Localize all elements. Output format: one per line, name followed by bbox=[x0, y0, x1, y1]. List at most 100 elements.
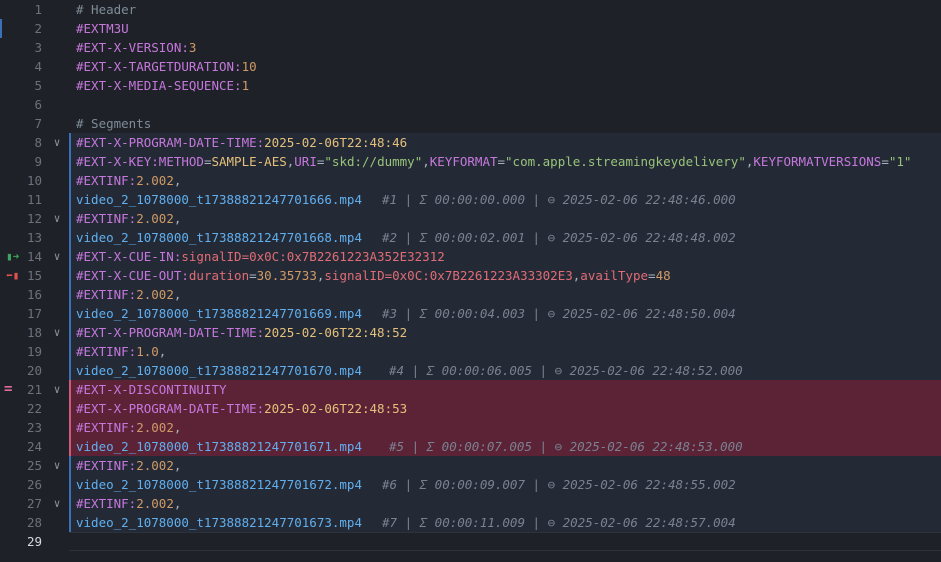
code-token: 2.002 bbox=[136, 287, 174, 302]
code-text: #EXTINF:2.002, bbox=[76, 209, 181, 228]
line-number: 23 bbox=[26, 420, 42, 435]
line-number: 12 bbox=[26, 211, 42, 226]
code-line[interactable]: 20 video_2_1078000_t17388821247701670.mp4… bbox=[0, 361, 941, 380]
code-token: METHOD bbox=[158, 154, 204, 169]
code-line[interactable]: ▮➜ 14 ∨ #EXT-X-CUE-IN:signalID=0x0C:0x7B226… bbox=[0, 247, 941, 266]
code-token: #EXT-X-PROGRAM-DATE-TIME: bbox=[76, 325, 265, 340]
line-number: 27 bbox=[26, 496, 42, 511]
code-text: #EXT-X-DISCONTINUITY bbox=[76, 380, 227, 399]
code-text: #EXTINF:2.002, bbox=[76, 456, 181, 475]
line-number: 8 bbox=[34, 135, 42, 150]
code-line[interactable]: 19 #EXTINF:1.0, bbox=[0, 342, 941, 361]
code-line[interactable]: 6 bbox=[0, 95, 941, 114]
fold-chevron-icon[interactable]: ∨ bbox=[50, 247, 64, 266]
code-token: availType bbox=[580, 268, 649, 283]
code-line[interactable]: 28 video_2_1078000_t17388821247701673.mp4… bbox=[0, 513, 941, 532]
current-line-highlight bbox=[69, 532, 941, 551]
fold-chevron-icon[interactable]: ∨ bbox=[50, 494, 64, 513]
code-line[interactable]: 3 #EXT-X-VERSION:3 bbox=[0, 38, 941, 57]
line-number: 16 bbox=[26, 287, 42, 302]
code-line[interactable]: 17 video_2_1078000_t17388821247701669.mp4… bbox=[0, 304, 941, 323]
fold-chevron-icon[interactable]: ∨ bbox=[50, 456, 64, 475]
code-line[interactable]: 2 #EXTM3U bbox=[0, 19, 941, 38]
line-number: 2 bbox=[34, 21, 42, 36]
code-line[interactable]: 11 video_2_1078000_t17388821247701666.mp4… bbox=[0, 190, 941, 209]
line-number: 28 bbox=[26, 515, 42, 530]
code-token: URI bbox=[294, 154, 317, 169]
code-token: duration bbox=[188, 268, 250, 283]
segment-block-bar bbox=[69, 247, 71, 266]
code-line[interactable]: 27 ∨ #EXTINF:2.002, bbox=[0, 494, 941, 513]
line-number: 18 bbox=[26, 325, 42, 340]
code-line[interactable]: 12 ∨ #EXTINF:2.002, bbox=[0, 209, 941, 228]
code-line[interactable]: 29 bbox=[0, 532, 941, 551]
segment-block-highlight bbox=[69, 494, 941, 513]
code-token: video_2_1078000_t17388821247701672.mp4 bbox=[76, 477, 362, 492]
code-line[interactable]: 26 video_2_1078000_t17388821247701672.mp4… bbox=[0, 475, 941, 494]
segment-block-bar bbox=[69, 209, 71, 228]
segment-info-hint: #7 | Σ 00:00:11.009 | ⊖ 2025-02-06 22:48… bbox=[382, 515, 736, 530]
code-text: #EXTINF:2.002, bbox=[76, 171, 181, 190]
code-token: KEYFORMATVERSIONS bbox=[753, 154, 882, 169]
code-line[interactable]: ⬅▮ 15 #EXT-X-CUE-OUT:duration=30.35733,sig… bbox=[0, 266, 941, 285]
code-line[interactable]: 5 #EXT-X-MEDIA-SEQUENCE:1 bbox=[0, 76, 941, 95]
line-number: 24 bbox=[26, 439, 42, 454]
code-line[interactable]: 8 ∨ #EXT-X-PROGRAM-DATE-TIME:2025-02-06T22… bbox=[0, 133, 941, 152]
discontinuity-bar bbox=[69, 418, 71, 437]
code-token: #EXT-X-KEY: bbox=[76, 154, 159, 169]
code-line[interactable]: 25 ∨ #EXTINF:2.002, bbox=[0, 456, 941, 475]
fold-chevron-icon[interactable]: ∨ bbox=[50, 209, 64, 228]
fold-chevron-icon[interactable]: ∨ bbox=[50, 133, 64, 152]
code-text: video_2_1078000_t17388821247701670.mp4 bbox=[76, 361, 362, 380]
code-token: KEYFORMAT bbox=[429, 154, 498, 169]
code-line[interactable]: = 21 ∨ #EXT-X-DISCONTINUITY bbox=[0, 380, 941, 399]
line-number: 1 bbox=[34, 2, 42, 17]
discontinuity-bar bbox=[69, 399, 71, 418]
code-line[interactable]: 1 # Header bbox=[0, 0, 941, 19]
fold-chevron-icon[interactable]: ∨ bbox=[50, 380, 64, 399]
code-line[interactable]: 16 #EXTINF:2.002, bbox=[0, 285, 941, 304]
code-line[interactable]: 18 ∨ #EXT-X-PROGRAM-DATE-TIME:2025-02-06T2… bbox=[0, 323, 941, 342]
code-text: #EXTM3U bbox=[76, 19, 129, 38]
code-text: #EXT-X-CUE-IN:signalID=0x0C:0x7B2261223A… bbox=[76, 247, 445, 266]
code-token: #EXTINF: bbox=[76, 173, 137, 188]
code-token: = bbox=[497, 154, 506, 169]
code-text: #EXTINF:2.002, bbox=[76, 418, 181, 437]
segment-block-bar bbox=[69, 456, 71, 475]
code-token: "skd://dummy" bbox=[324, 154, 423, 169]
code-token: , bbox=[422, 154, 430, 169]
line-number: 15 bbox=[26, 268, 42, 283]
code-editor[interactable]: 1 # Header 2 #EXTM3U 3 #EXT-X-VERSION:3 4 #EXT-… bbox=[0, 0, 941, 562]
segment-info-hint: #4 | Σ 00:00:06.005 | ⊖ 2025-02-06 22:48… bbox=[389, 363, 743, 378]
discontinuity-highlight bbox=[69, 418, 941, 437]
code-text: video_2_1078000_t17388821247701668.mp4 bbox=[76, 228, 362, 247]
code-line[interactable]: 10 #EXTINF:2.002, bbox=[0, 171, 941, 190]
fold-chevron-icon[interactable]: ∨ bbox=[50, 323, 64, 342]
segment-block-bar bbox=[69, 342, 71, 361]
code-token: 1.0 bbox=[136, 344, 159, 359]
code-line[interactable]: 23 #EXTINF:2.002, bbox=[0, 418, 941, 437]
line-number: 9 bbox=[34, 154, 42, 169]
segment-block-highlight bbox=[69, 209, 941, 228]
code-token: signalID=0x0C:0x7B2261223A352E32312 bbox=[181, 249, 445, 264]
code-line[interactable]: 13 video_2_1078000_t17388821247701668.mp4… bbox=[0, 228, 941, 247]
segment-info-hint: #2 | Σ 00:00:02.001 | ⊖ 2025-02-06 22:48… bbox=[382, 230, 736, 245]
code-token: "com.apple.streamingkeydelivery" bbox=[505, 154, 746, 169]
code-text: # Segments bbox=[76, 114, 151, 133]
code-token: 48 bbox=[655, 268, 671, 283]
code-line[interactable]: 22 #EXT-X-PROGRAM-DATE-TIME:2025-02-06T22… bbox=[0, 399, 941, 418]
line-number: 13 bbox=[26, 230, 42, 245]
code-line[interactable]: 9 #EXT-X-KEY:METHOD = SAMPLE-AES, URI = "skd:/… bbox=[0, 152, 941, 171]
code-text: #EXTINF:1.0, bbox=[76, 342, 166, 361]
segment-block-bar bbox=[69, 285, 71, 304]
code-token: , bbox=[173, 420, 182, 435]
code-line[interactable]: 7 # Segments bbox=[0, 114, 941, 133]
code-token: #EXT-X-MEDIA-SEQUENCE: bbox=[76, 78, 242, 93]
code-text: #EXTINF:2.002, bbox=[76, 285, 181, 304]
code-token: video_2_1078000_t17388821247701671.mp4 bbox=[76, 439, 362, 454]
line-number: 7 bbox=[34, 116, 42, 131]
code-line[interactable]: 24 video_2_1078000_t17388821247701671.mp4… bbox=[0, 437, 941, 456]
code-line[interactable]: 4 #EXT-X-TARGETDURATION:10 bbox=[0, 57, 941, 76]
line-number: 21 bbox=[26, 382, 42, 397]
code-text: #EXT-X-KEY:METHOD = SAMPLE-AES, URI = "skd://… bbox=[76, 152, 911, 171]
